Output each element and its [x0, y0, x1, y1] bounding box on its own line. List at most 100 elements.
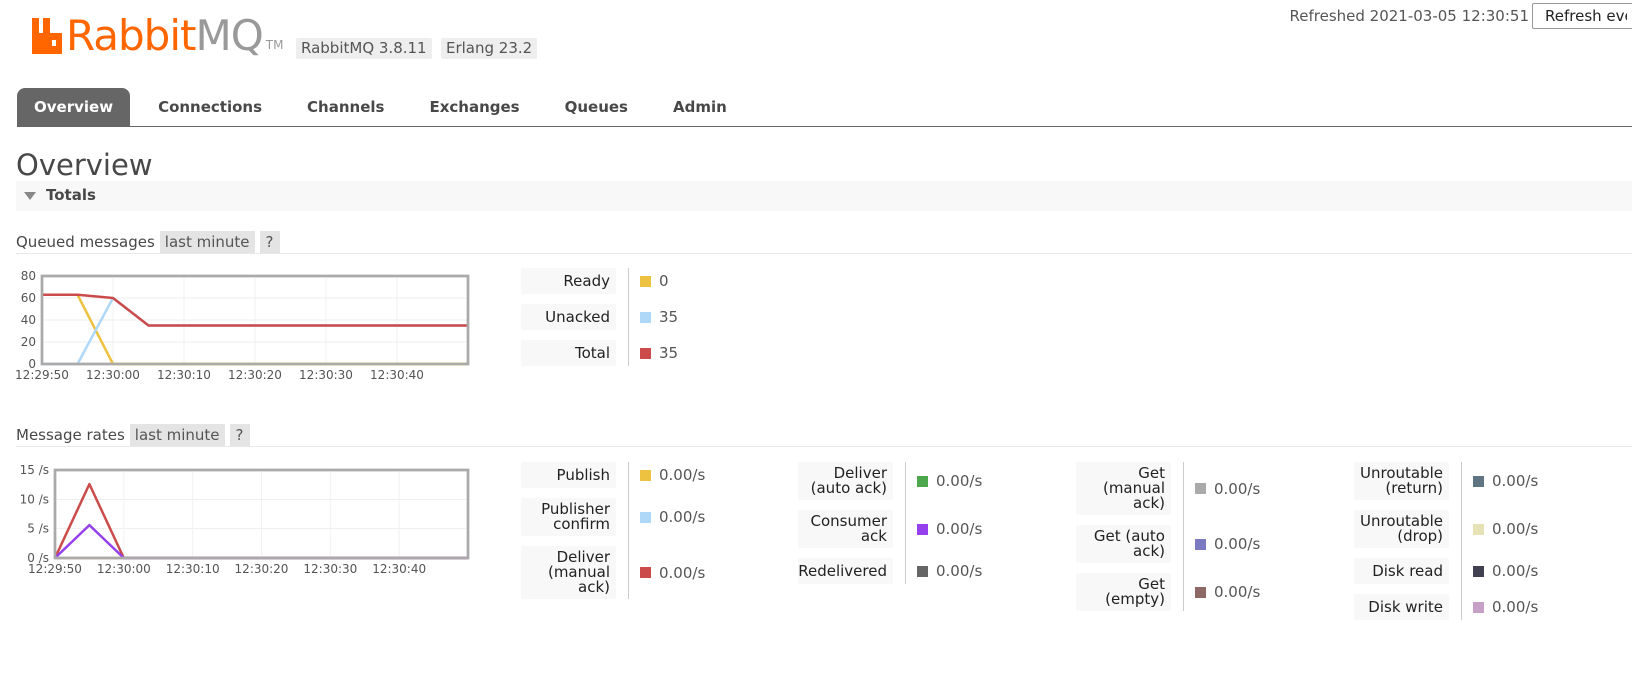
legend-label-disk-read: Disk read	[1354, 558, 1449, 584]
legend-swatch	[640, 347, 651, 359]
x-tick-label: 12:30:10	[166, 562, 220, 576]
queued-messages-chart: 0 20 40 60 80 12:29:50 12:30:00 12:30:10 12:30:2…	[14, 268, 476, 388]
rabbitmq-version-badge: RabbitMQ 3.8.11	[296, 38, 432, 59]
x-tick-label: 12:30:40	[372, 562, 426, 576]
legend-swatch	[640, 511, 651, 523]
message-rates-chart: 0 /s 5 /s 10 /s 15 /s 12:29:50 12:30:00 12:30:…	[14, 462, 476, 582]
queued-messages-title: Queued messages	[16, 233, 155, 251]
legend-label-get-manual-ack: Get (manual ack)	[1076, 462, 1171, 515]
legend-swatch	[1473, 475, 1484, 487]
legend-value-get-manual-ack: 0.00/s	[1195, 462, 1260, 515]
collapse-triangle-icon	[24, 192, 36, 200]
x-tick-label: 12:30:40	[370, 368, 424, 382]
message-rates-title: Message rates	[16, 426, 125, 444]
erlang-version-badge: Erlang 23.2	[441, 38, 538, 59]
x-tick-label: 12:30:30	[303, 562, 357, 576]
legend-label-total: Total	[521, 340, 616, 366]
x-tick-label: 12:29:50	[28, 562, 82, 576]
legend-label-unroutable-drop: Unroutable (drop)	[1354, 510, 1449, 548]
logo-text-rabbit: Rabbit	[66, 11, 196, 60]
legend-separator	[905, 462, 906, 584]
legend-value-text: 0.00/s	[1492, 562, 1539, 580]
x-tick-label: 12:30:00	[97, 562, 151, 576]
queued-messages-help-button[interactable]: ?	[259, 231, 280, 253]
main-nav-tabs: Overview Connections Channels Exchanges …	[17, 88, 1632, 127]
x-tick-label: 12:30:00	[86, 368, 140, 382]
legend-value-ready: 0	[640, 268, 669, 294]
legend-value-text: 35	[659, 308, 679, 326]
legend-value-text: 0.00/s	[1492, 520, 1539, 538]
legend-value-text: 0.00/s	[936, 520, 983, 538]
message-rates-range-toggle[interactable]: last minute	[129, 424, 225, 446]
legend-value-text: 0.00/s	[1214, 583, 1261, 601]
x-tick-label: 12:30:20	[235, 562, 289, 576]
queued-messages-range-toggle[interactable]: last minute	[159, 231, 255, 253]
y-tick-label: 60	[21, 291, 36, 305]
legend-label-get-auto-ack: Get (auto ack)	[1076, 525, 1171, 563]
rabbitmq-logo: Rabbit MQ TM	[30, 14, 283, 58]
y-tick-label: 80	[21, 269, 36, 283]
legend-swatch	[640, 275, 651, 287]
legend-value-text: 0.00/s	[936, 472, 983, 490]
legend-value-unacked: 35	[640, 304, 678, 330]
tab-channels[interactable]: Channels	[290, 88, 401, 126]
legend-label-unacked: Unacked	[521, 304, 616, 330]
logo-text-mq: MQ	[195, 11, 263, 60]
queued-messages-header: Queued messages last minute ?	[16, 231, 280, 253]
tab-queues[interactable]: Queues	[548, 88, 645, 126]
legend-swatch	[640, 469, 651, 481]
legend-value-text: 0.00/s	[1492, 472, 1539, 490]
x-tick-label: 12:30:20	[228, 368, 282, 382]
legend-swatch	[1195, 538, 1206, 550]
y-tick-label: 5 /s	[27, 522, 49, 536]
legend-separator	[1461, 462, 1462, 620]
refresh-interval-select[interactable]: Refresh every 5 seconds	[1532, 3, 1632, 29]
y-tick-label: 10 /s	[20, 492, 49, 506]
legend-value-publisher-confirm: 0.00/s	[640, 498, 705, 536]
message-rates-help-button[interactable]: ?	[229, 424, 250, 446]
y-tick-label: 20	[21, 335, 36, 349]
legend-label-deliver-auto-ack: Deliver (auto ack)	[798, 462, 893, 500]
rabbit-logo-icon	[32, 18, 62, 54]
x-tick-label: 12:29:50	[15, 368, 69, 382]
legend-label-publisher-confirm: Publisher confirm	[521, 498, 616, 536]
legend-swatch	[1195, 586, 1206, 598]
legend-swatch	[917, 475, 928, 487]
queued-messages-legend: Ready 0 Unacked 35 Total 35	[521, 268, 721, 380]
legend-value-unroutable-return: 0.00/s	[1473, 462, 1538, 500]
legend-value-total: 35	[640, 340, 678, 366]
legend-value-text: 0.00/s	[936, 562, 983, 580]
legend-swatch	[640, 311, 651, 323]
totals-section-toggle[interactable]: Totals	[16, 181, 1632, 211]
legend-separator	[628, 462, 629, 599]
legend-value-disk-write: 0.00/s	[1473, 594, 1538, 620]
legend-swatch	[640, 567, 651, 578]
legend-value-text: 0.00/s	[1214, 479, 1261, 498]
legend-swatch	[1473, 565, 1484, 577]
legend-value-text: 35	[659, 344, 679, 362]
tab-overview[interactable]: Overview	[17, 88, 131, 126]
legend-label-deliver-manual-ack: Deliver (manual ack)	[521, 546, 616, 599]
tab-admin[interactable]: Admin	[656, 88, 744, 126]
message-rates-chart-svg: 0 /s5 /s10 /s15 /s12:29:50 12:30:00 12:30:…	[20, 463, 470, 576]
legend-label-disk-write: Disk write	[1354, 594, 1449, 620]
y-tick-label: 15 /s	[20, 463, 49, 477]
tab-exchanges[interactable]: Exchanges	[412, 88, 536, 126]
legend-value-text: 0.00/s	[659, 508, 706, 526]
legend-value-redelivered: 0.00/s	[917, 558, 982, 584]
legend-value-text: 0.00/s	[659, 466, 706, 484]
legend-separator	[628, 268, 629, 366]
message-rates-legend: Publish 0.00/s Publisher confirm 0.00/s Deli…	[521, 462, 1631, 652]
tab-connections[interactable]: Connections	[141, 88, 279, 126]
legend-value-deliver-manual-ack: 0.00/s	[640, 546, 705, 599]
legend-label-redelivered: Redelivered	[798, 558, 893, 584]
legend-label-publish: Publish	[521, 462, 616, 488]
legend-label-consumer-ack: Consumer ack	[798, 510, 893, 548]
legend-label-unroutable-return: Unroutable (return)	[1354, 462, 1449, 500]
legend-value-text: 0	[659, 272, 669, 290]
legend-value-text: 0.00/s	[1492, 598, 1539, 616]
page-title: Overview	[16, 148, 153, 182]
legend-value-get-empty: 0.00/s	[1195, 573, 1260, 611]
divider	[16, 446, 1632, 447]
legend-value-unroutable-drop: 0.00/s	[1473, 510, 1538, 548]
